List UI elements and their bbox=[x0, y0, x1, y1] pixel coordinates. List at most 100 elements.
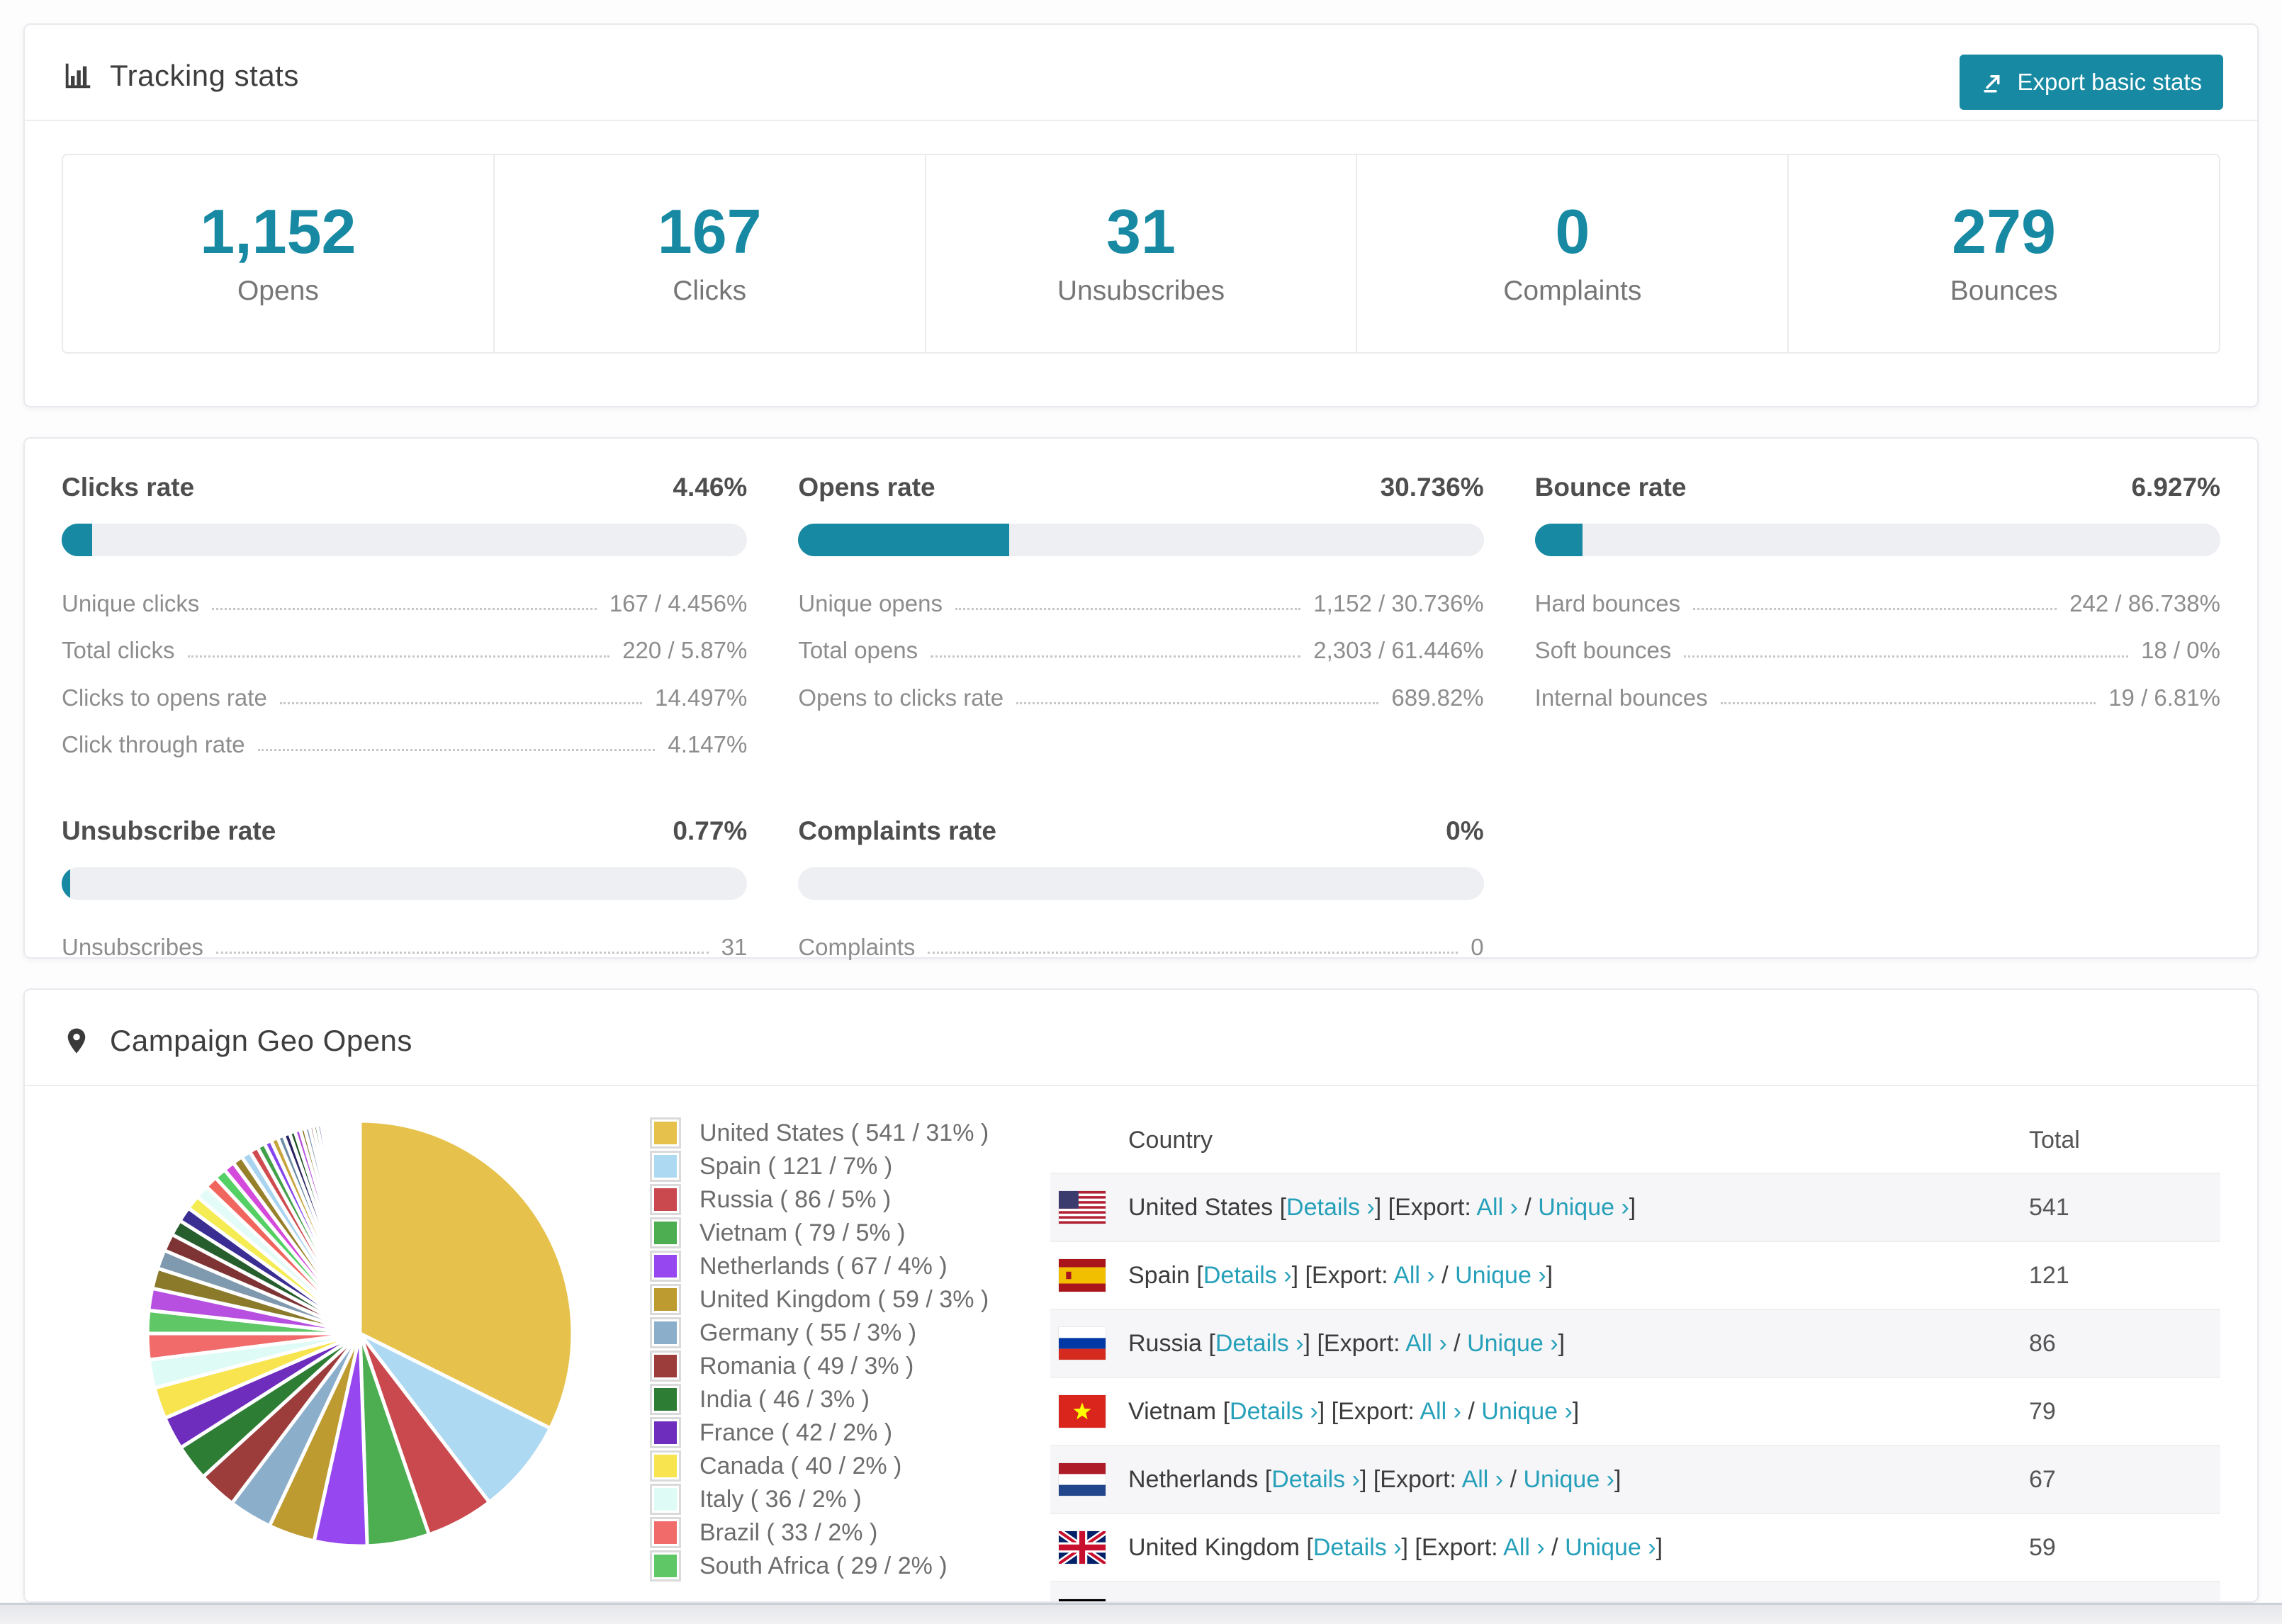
rate-row-label: Opens to clicks rate bbox=[798, 684, 1004, 711]
legend-swatch bbox=[650, 1284, 681, 1315]
legend-label: United States ( 541 / 31% ) bbox=[699, 1119, 989, 1146]
rate-row-label: Internal bounces bbox=[1534, 684, 1708, 711]
rate-title: Opens rate bbox=[798, 473, 935, 502]
summary-value: 31 bbox=[1106, 196, 1176, 266]
legend-label: Spain ( 121 / 7% ) bbox=[699, 1152, 893, 1180]
country-name: Vietnam bbox=[1128, 1397, 1217, 1425]
progress-bar bbox=[62, 867, 748, 901]
legend-label: Netherlands ( 67 / 4% ) bbox=[699, 1252, 948, 1280]
column-country: Country bbox=[1128, 1126, 1213, 1154]
cell-total: 541 bbox=[2029, 1193, 2069, 1221]
legend-item: Romania ( 49 / 3% ) bbox=[650, 1350, 1050, 1382]
punctuation: / bbox=[1544, 1533, 1566, 1561]
export-unique-link[interactable]: Unique › bbox=[1538, 1194, 1629, 1221]
export-all-link[interactable]: All › bbox=[1476, 1194, 1518, 1221]
campaign-geo-opens-card: Campaign Geo Opens United States ( 541 /… bbox=[23, 988, 2259, 1603]
rate-row-label: Clicks to opens rate bbox=[62, 684, 267, 711]
rate-value: 0.77% bbox=[673, 816, 748, 846]
rate-row-label: Unique clicks bbox=[62, 590, 200, 616]
rate-head: Complaints rate 0% bbox=[798, 816, 1483, 846]
cell-total: 59 bbox=[2029, 1533, 2056, 1561]
progress-bar bbox=[798, 524, 1484, 556]
rate-row-value: 31 bbox=[721, 934, 748, 961]
rate-row: Unsubscribes 31 bbox=[62, 924, 747, 971]
progress-bar bbox=[798, 867, 1484, 901]
progress-fill bbox=[1534, 524, 1583, 556]
details-link[interactable]: Details › bbox=[1203, 1262, 1292, 1289]
export-all-link[interactable]: All › bbox=[1420, 1398, 1461, 1425]
punctuation: ] [Export: bbox=[1291, 1261, 1394, 1289]
rate-row: Click through rate 4.147% bbox=[62, 721, 747, 768]
rate-row: Unique opens 1,152 / 30.736% bbox=[798, 580, 1483, 627]
rate-block-bounce-rate: Bounce rate 6.927% Hard bounces 242 / 86.73… bbox=[1534, 473, 2220, 768]
rate-row: Internal bounces 19 / 6.81% bbox=[1535, 675, 2220, 721]
rate-value: 6.927% bbox=[2131, 473, 2220, 502]
rate-head: Bounce rate 6.927% bbox=[1535, 473, 2220, 502]
rate-title: Unsubscribe rate bbox=[62, 816, 276, 846]
legend-item: Russia ( 86 / 5% ) bbox=[650, 1184, 1050, 1215]
rate-row-value: 19 / 6.81% bbox=[2108, 684, 2220, 711]
dotted-leader bbox=[931, 655, 1301, 658]
details-link[interactable]: Details › bbox=[1313, 1534, 1402, 1561]
details-link[interactable]: Details › bbox=[1286, 1194, 1375, 1221]
export-all-link[interactable]: All › bbox=[1393, 1262, 1435, 1289]
rate-block-unsubscribe-rate: Unsubscribe rate 0.77% Unsubscribes 31 bbox=[62, 816, 748, 971]
legend-swatch bbox=[650, 1317, 681, 1348]
export-all-link[interactable]: All › bbox=[1405, 1330, 1447, 1357]
cell-country: United States [Details ›] [Export: All ›… bbox=[1050, 1191, 2029, 1224]
legend-swatch bbox=[650, 1151, 681, 1182]
flag-icon-ru bbox=[1059, 1327, 1106, 1360]
rate-row: Unique clicks 167 / 4.456% bbox=[62, 580, 747, 627]
rate-head: Clicks rate 4.46% bbox=[62, 473, 747, 502]
export-unique-link[interactable]: Unique › bbox=[1467, 1330, 1558, 1357]
export-unique-link[interactable]: Unique › bbox=[1481, 1398, 1573, 1425]
punctuation: [ bbox=[1216, 1397, 1230, 1425]
pie-slice bbox=[357, 1119, 362, 1336]
rate-row: Total clicks 220 / 5.87% bbox=[62, 627, 747, 674]
export-all-link[interactable]: All › bbox=[1503, 1534, 1545, 1561]
punctuation: ] bbox=[1558, 1329, 1566, 1357]
export-unique-link[interactable]: Unique › bbox=[1565, 1534, 1656, 1561]
table-row: Vietnam [Details ›] [Export: All › / Uni… bbox=[1050, 1377, 2220, 1445]
flag-icon-vn bbox=[1059, 1395, 1106, 1428]
legend-item: United States ( 541 / 31% ) bbox=[650, 1117, 1050, 1149]
divider bbox=[25, 1085, 2257, 1086]
summary-value: 167 bbox=[657, 196, 762, 266]
rate-row-value: 18 / 0% bbox=[2141, 637, 2220, 664]
column-total: Total bbox=[2029, 1126, 2080, 1154]
details-link[interactable]: Details › bbox=[1230, 1398, 1318, 1425]
punctuation: [ bbox=[1299, 1533, 1313, 1561]
export-all-link[interactable]: All › bbox=[1462, 1466, 1504, 1493]
geo-title: Campaign Geo Opens bbox=[110, 1024, 412, 1057]
rates-card: Clicks rate 4.46% Unique clicks 167 / 4.456… bbox=[23, 437, 2259, 960]
export-basic-stats-button[interactable]: Export basic stats bbox=[1959, 55, 2223, 110]
details-link[interactable]: Details › bbox=[1271, 1466, 1360, 1493]
rate-block-complaints-rate: Complaints rate 0% Complaints 0 bbox=[798, 816, 1484, 971]
page-title: Tracking stats bbox=[110, 59, 299, 92]
rate-row: Hard bounces 242 / 86.738% bbox=[1535, 580, 2220, 627]
punctuation: ] bbox=[1656, 1533, 1663, 1561]
rate-row-label: Click through rate bbox=[62, 731, 245, 757]
punctuation: / bbox=[1517, 1193, 1539, 1221]
geo-table: Country Total United States [Details ›] … bbox=[1050, 1107, 2220, 1601]
flag-icon-us bbox=[1059, 1191, 1106, 1224]
legend-item: Germany ( 55 / 3% ) bbox=[650, 1317, 1050, 1348]
rate-row: Soft bounces 18 / 0% bbox=[1535, 627, 2220, 674]
rate-title: Bounce rate bbox=[1534, 473, 1687, 502]
cell-country: Netherlands [Details ›] [Export: All › /… bbox=[1050, 1463, 2029, 1496]
rate-row: Complaints 0 bbox=[798, 924, 1483, 971]
dotted-leader bbox=[215, 952, 709, 954]
dotted-leader bbox=[1720, 701, 2096, 704]
rate-row-value: 220 / 5.87% bbox=[622, 637, 748, 664]
rate-row-value: 4.147% bbox=[668, 731, 748, 757]
rate-row-label: Hard bounces bbox=[1534, 590, 1681, 616]
legend-label: Germany ( 55 / 3% ) bbox=[699, 1319, 917, 1346]
details-link[interactable]: Details › bbox=[1215, 1330, 1304, 1357]
legend-swatch bbox=[650, 1117, 681, 1149]
summary-strip: 1,152 Opens 167 Clicks 31 Unsubscribes 0 Compla… bbox=[62, 154, 2220, 354]
legend-item: India ( 46 / 3% ) bbox=[650, 1384, 1050, 1415]
export-unique-link[interactable]: Unique › bbox=[1455, 1262, 1546, 1289]
tracking-stats-header: Tracking stats bbox=[62, 59, 2220, 93]
legend-swatch bbox=[650, 1484, 681, 1515]
export-unique-link[interactable]: Unique › bbox=[1523, 1466, 1614, 1493]
